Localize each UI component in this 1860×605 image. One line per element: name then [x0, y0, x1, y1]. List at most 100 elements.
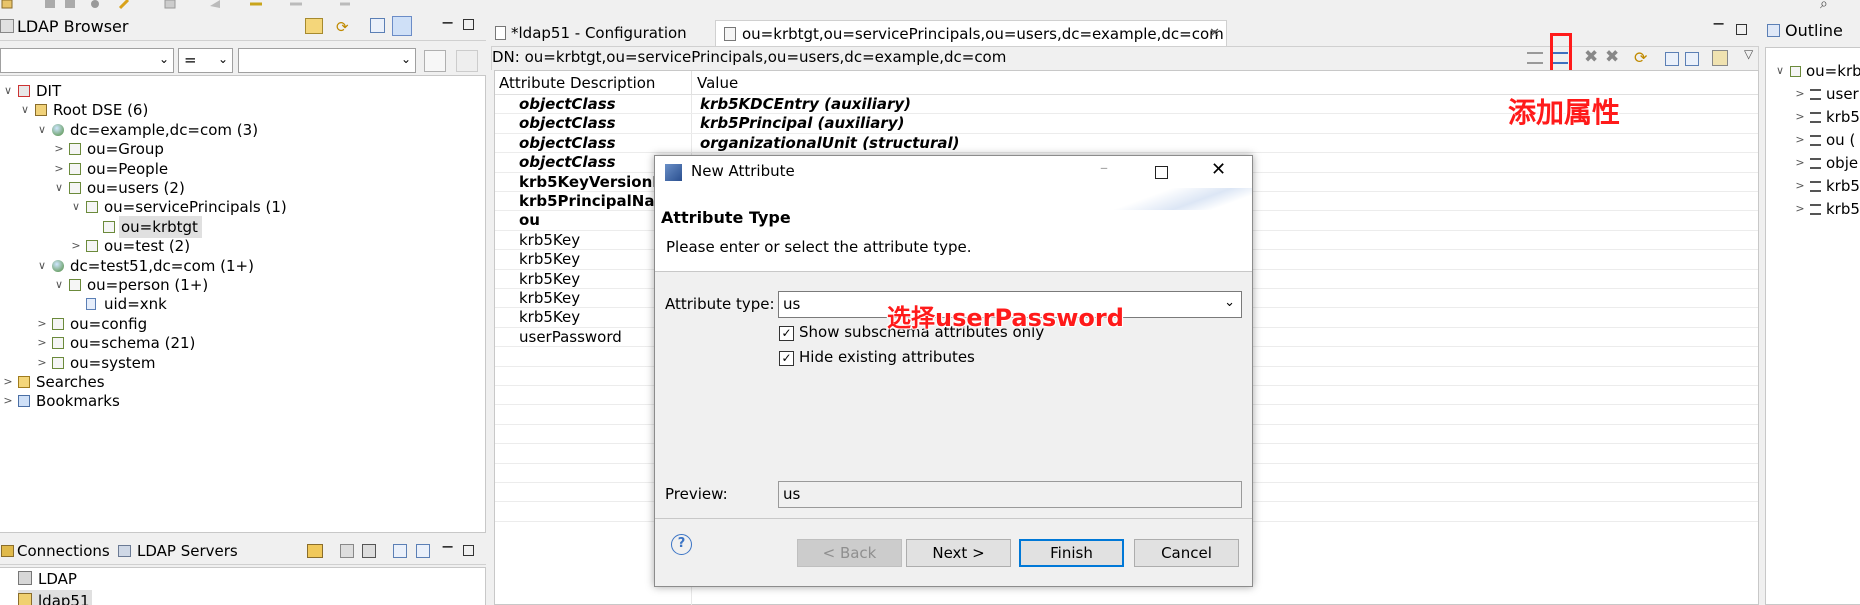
connections-panel: Connections LDAP Servers − LDAP ldap51	[0, 537, 486, 605]
new-connection-icon[interactable]	[307, 544, 323, 558]
view-menu-icon[interactable]: ▽	[1744, 47, 1753, 61]
clear-filter-icon[interactable]	[456, 50, 478, 72]
connections-list: LDAP ldap51	[0, 567, 486, 605]
ou-icon	[1790, 66, 1801, 77]
outline-panel: Outline ∨ ou=krb > user > krb5 > ou (> obje > krb5…	[1765, 13, 1860, 605]
minimize-icon[interactable]: −	[441, 13, 454, 32]
delete-all-icon[interactable]: ✖	[1605, 47, 1619, 67]
attribute-icon	[1810, 204, 1821, 215]
close-connection-icon[interactable]	[362, 544, 376, 558]
refresh-icon[interactable]: ⟳	[1634, 48, 1647, 67]
filter-operator-select[interactable]: = ⌄	[178, 48, 233, 73]
search-icon[interactable]: ⌕	[1820, 0, 1828, 12]
globe-icon	[52, 259, 64, 272]
expand-all-icon[interactable]	[1665, 52, 1679, 66]
chevron-down-icon[interactable]: ∨	[2, 80, 14, 102]
finish-button[interactable]: Finish	[1019, 539, 1124, 567]
chevron-down-icon[interactable]: ∨	[70, 196, 82, 218]
new-value-icon[interactable]	[1527, 52, 1543, 64]
person-icon	[86, 298, 96, 311]
tab-ldap-servers[interactable]: LDAP Servers	[137, 542, 238, 560]
chevron-right-icon[interactable]: >	[1794, 152, 1806, 174]
dialog-title: New Attribute	[691, 162, 795, 180]
attribute-icon	[1810, 112, 1821, 123]
outline-item-label: ou (	[1826, 131, 1856, 149]
expand-all-icon[interactable]	[393, 544, 407, 558]
ou-icon	[52, 337, 64, 350]
link-toggle-icon[interactable]	[392, 16, 412, 36]
help-icon[interactable]: ?	[671, 534, 692, 555]
outline-tree: ∨ ou=krb > user > krb5 > ou (> obje > krb5 > krb5	[1765, 47, 1860, 605]
minimize-icon[interactable]: −	[1712, 14, 1725, 33]
chevron-down-icon[interactable]: ∨	[53, 177, 65, 199]
dialog-heading: Attribute Type	[661, 208, 791, 227]
outline-item-label: krb5	[1826, 177, 1860, 195]
column-header-value[interactable]: Value	[697, 71, 738, 95]
back-button[interactable]: < Back	[797, 539, 902, 567]
minimize-icon[interactable]: −	[441, 537, 454, 556]
outline-title[interactable]: Outline	[1785, 21, 1843, 40]
collapse-all-icon[interactable]	[416, 544, 430, 558]
connection-item[interactable]: ldap51	[18, 590, 92, 605]
open-connection-icon[interactable]	[340, 544, 354, 558]
hide-existing-checkbox[interactable]: ✓	[779, 351, 794, 366]
chevron-right-icon[interactable]: >	[1794, 198, 1806, 220]
filter-attribute-select[interactable]: ⌄	[0, 48, 174, 73]
dn-label: DN: ou=krbtgt,ou=servicePrincipals,ou=us…	[492, 48, 1007, 66]
chevron-down-icon[interactable]: ∨	[19, 99, 31, 121]
tab-entry-editor[interactable]: ou=krbtgt,ou=servicePrincipals,ou=users,…	[715, 20, 1227, 46]
chevron-down-icon[interactable]: ∨	[36, 119, 48, 141]
chevron-down-icon[interactable]: ∨	[53, 274, 65, 296]
link-with-editor-icon[interactable]	[1712, 50, 1728, 66]
maximize-icon[interactable]	[463, 545, 474, 556]
toolbar-icons[interactable]	[0, 0, 380, 12]
attribute-icon	[1810, 181, 1821, 192]
minimize-icon[interactable]: –	[1100, 158, 1108, 177]
show-subschema-checkbox[interactable]: ✓	[779, 326, 794, 341]
attribute-icon	[1810, 158, 1821, 169]
outline-header: Outline	[1765, 17, 1860, 45]
cancel-button[interactable]: Cancel	[1134, 539, 1239, 567]
chevron-right-icon[interactable]: >	[2, 390, 14, 412]
ldap-browser-title[interactable]: LDAP Browser	[17, 17, 128, 36]
ldap-servers-icon	[118, 545, 131, 557]
attribute-name: objectClass	[519, 133, 616, 152]
link-with-editor-icon[interactable]	[305, 18, 323, 34]
outline-icon	[1767, 24, 1780, 37]
chevron-right-icon[interactable]: >	[1794, 83, 1806, 105]
ldap-browser-header: LDAP Browser ⟳ −	[0, 13, 486, 41]
column-header-attribute[interactable]: Attribute Description	[499, 71, 655, 95]
dialog-title-bar[interactable]: New Attribute – ✕	[655, 156, 1252, 188]
bookmark-icon	[18, 395, 30, 408]
connection-active-icon	[18, 593, 32, 605]
connections-header: Connections LDAP Servers −	[0, 537, 486, 565]
delete-icon[interactable]: ✖	[1584, 47, 1598, 67]
collapse-all-icon[interactable]	[1685, 52, 1699, 66]
maximize-icon[interactable]	[1736, 24, 1747, 35]
collapse-all-icon[interactable]	[370, 18, 385, 33]
attribute-value: krb5KDCEntry (auxiliary)	[700, 95, 912, 113]
chevron-right-icon[interactable]: >	[1794, 106, 1806, 128]
maximize-icon[interactable]	[1155, 166, 1168, 179]
refresh-icon[interactable]: ⟳	[336, 18, 349, 36]
chevron-down-icon[interactable]: ∨	[36, 255, 48, 277]
apply-filter-icon[interactable]	[424, 50, 446, 72]
chevron-down-icon[interactable]: ⌄	[1224, 295, 1235, 310]
chevron-down-icon: ⌄	[400, 52, 411, 66]
maximize-icon[interactable]	[463, 19, 474, 30]
table-row[interactable]: objectClass organizationalUnit (structura…	[495, 133, 1758, 154]
chevron-down-icon[interactable]: ∨	[1774, 60, 1786, 82]
tab-connections[interactable]: Connections	[17, 542, 110, 560]
chevron-right-icon[interactable]: >	[1794, 129, 1806, 151]
tree-item-label: Bookmarks	[36, 392, 120, 411]
attribute-icon	[1810, 135, 1821, 146]
hide-existing-label[interactable]: Hide existing attributes	[799, 348, 975, 366]
tab-ldap51-configuration[interactable]: *ldap51 - Configuration	[491, 20, 709, 46]
next-button[interactable]: Next >	[906, 539, 1011, 567]
close-icon[interactable]: ✕	[1211, 159, 1226, 180]
ldap-browser-panel: LDAP Browser ⟳ − ⌄ = ⌄ ⌄ ∨ DIT ∨ Root DSE (…	[0, 13, 486, 533]
column-divider[interactable]	[691, 71, 692, 95]
close-icon[interactable]: ✕	[1209, 21, 1220, 47]
filter-value-select[interactable]: ⌄	[238, 48, 416, 73]
chevron-right-icon[interactable]: >	[1794, 175, 1806, 197]
